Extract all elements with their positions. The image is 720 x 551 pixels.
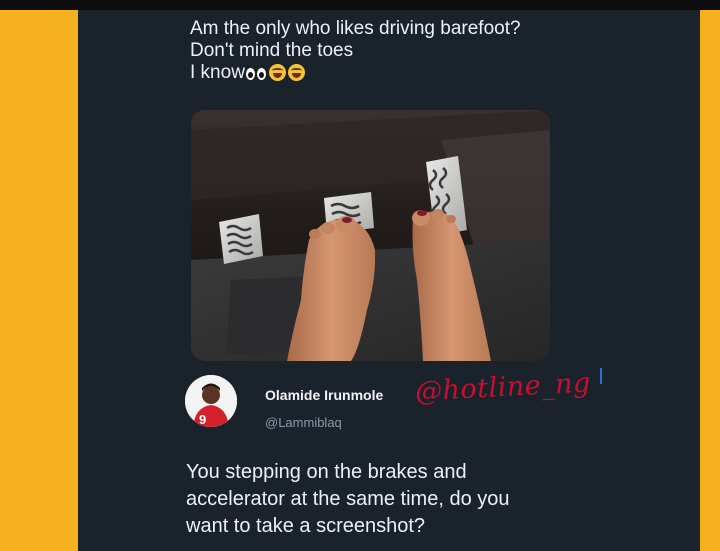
- photo-illustration: [191, 110, 550, 361]
- avatar[interactable]: 9: [185, 375, 237, 427]
- reply-display-name[interactable]: Olamide Irunmole: [265, 387, 383, 403]
- reply-line-3: want to take a screenshot?: [186, 515, 426, 537]
- watermark: @hotline_ng: [414, 367, 592, 408]
- tweet-card: Am the only who likes driving barefoot? …: [78, 10, 700, 551]
- tweet-line-1: Am the only who likes driving barefoot?: [190, 18, 521, 39]
- tweet-line-3-text: I know: [190, 62, 245, 83]
- feet-on-pedals-photo[interactable]: [191, 110, 550, 361]
- original-tweet-text: Am the only who likes driving barefoot? …: [190, 18, 610, 84]
- laughing-face-icon: [287, 64, 305, 82]
- left-yellow-border: [0, 10, 78, 551]
- watermark-accent: [600, 368, 602, 384]
- reply-handle[interactable]: @Lammiblaq: [265, 415, 342, 430]
- avatar-image: 9: [185, 375, 237, 427]
- reply-line-1: You stepping on the brakes and: [186, 461, 467, 483]
- tweet-line-2: Don't mind the toes: [190, 40, 354, 61]
- laughing-face-icon: [268, 64, 286, 82]
- reply-line-2: accelerator at the same time, do you: [186, 488, 510, 510]
- tweet-line-3: I know: [190, 62, 610, 84]
- right-yellow-border: [700, 10, 720, 551]
- jersey-number: 9: [199, 412, 206, 427]
- reply-text: You stepping on the brakes and accelerat…: [186, 459, 626, 540]
- top-black-bar: [0, 0, 720, 10]
- eyes-icon: [244, 65, 267, 81]
